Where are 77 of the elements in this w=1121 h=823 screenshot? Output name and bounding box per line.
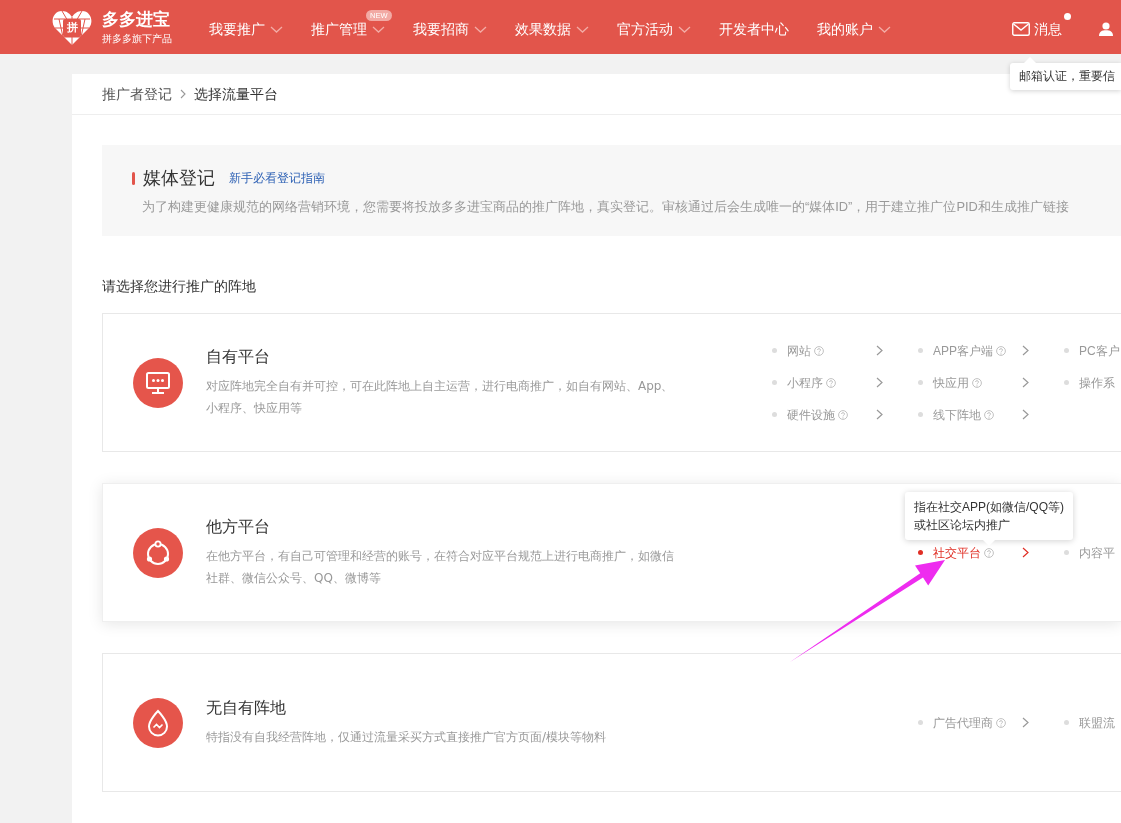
platform-option[interactable]: 联盟流 <box>1062 712 1121 733</box>
notice-tooltip: 邮箱认证，重要信 <box>1010 57 1121 90</box>
nav-item[interactable]: 我要招商 <box>413 19 487 39</box>
platform-option[interactable]: 社交平台 <box>916 542 1029 563</box>
monitor-icon <box>133 357 183 408</box>
help-icon[interactable] <box>996 717 1006 728</box>
bullet-icon <box>1064 550 1069 555</box>
bullet-icon <box>918 412 923 417</box>
help-icon[interactable] <box>996 345 1006 356</box>
platform-description: 对应阵地完全自有并可控，可在此阵地上自主运营，进行电商推广，如自有网站、App、小程序、快应用等 <box>206 378 675 417</box>
platform-description: 在他方平台，有自己可管理和经营的账号，在符合对应平台规范上进行电商推广，如微信社群、微信公众号、QQ、微博等 <box>206 548 675 587</box>
chevron-right-icon <box>180 89 186 99</box>
section-title: 媒体登记 <box>143 167 215 190</box>
bullet-icon <box>918 348 923 353</box>
logo-mark: 拼 <box>65 20 79 35</box>
chevron-down-icon <box>576 25 589 33</box>
chevron-right-icon <box>876 377 883 388</box>
bullet-icon <box>918 720 923 725</box>
platform-description: 特指没有自我经营阵地，仅通过流量采买方式直接推广官方页面/模块等物料 <box>206 729 608 746</box>
platform-option[interactable]: 广告代理商 <box>916 712 1029 733</box>
platform-title: 他方平台 <box>206 517 271 537</box>
platform-option[interactable]: PC客户 <box>1062 340 1121 361</box>
bullet-icon <box>918 550 923 555</box>
platform-title: 自有平台 <box>206 347 271 367</box>
help-icon[interactable] <box>984 409 994 420</box>
bullet-icon <box>918 380 923 385</box>
bullet-icon <box>1064 720 1069 725</box>
platform-option[interactable]: 快应用 <box>916 372 1029 393</box>
platform-option[interactable]: 操作系 <box>1062 372 1121 393</box>
nav-item[interactable]: 开发者中心 <box>719 19 789 39</box>
messages-link[interactable]: 消息 <box>1012 19 1062 39</box>
bullet-icon <box>1064 380 1069 385</box>
help-icon[interactable] <box>814 345 824 356</box>
chevron-right-icon <box>876 345 883 356</box>
help-icon[interactable] <box>972 377 982 388</box>
platform-option[interactable]: 网站 <box>770 340 883 361</box>
chevron-right-icon <box>1022 409 1029 420</box>
section-prompt: 请选择您进行推广的阵地 <box>102 277 257 296</box>
nav-item[interactable]: 官方活动 <box>617 19 691 39</box>
chevron-right-icon <box>1022 345 1029 356</box>
bullet-icon <box>772 380 777 385</box>
user-icon[interactable] <box>1099 22 1113 36</box>
guide-link[interactable]: 新手必看登记指南 <box>229 169 325 187</box>
help-icon[interactable] <box>984 547 994 558</box>
chevron-down-icon <box>474 25 487 33</box>
breadcrumb-link[interactable]: 推广者登记 <box>102 83 172 105</box>
bullet-icon <box>1064 348 1069 353</box>
bullet-icon <box>772 412 777 417</box>
chevron-down-icon <box>878 25 891 33</box>
heart-logo-icon <box>52 8 92 46</box>
nav-item[interactable]: 我的账户 <box>817 19 891 39</box>
help-icon[interactable] <box>838 409 848 420</box>
nav-item[interactable]: 我要推广 <box>209 19 283 39</box>
breadcrumb-current: 选择流量平台 <box>194 84 278 104</box>
help-icon[interactable] <box>826 377 836 388</box>
chevron-right-icon <box>1022 717 1029 728</box>
platform-option[interactable]: 硬件设施 <box>770 404 883 425</box>
drop-icon <box>133 697 183 748</box>
nav-item[interactable]: 效果数据 <box>515 19 589 39</box>
chevron-right-icon <box>876 409 883 420</box>
mail-icon <box>1012 22 1030 36</box>
chevron-down-icon <box>270 25 283 33</box>
title-marker-icon <box>132 171 135 185</box>
chevron-right-icon <box>1022 377 1029 388</box>
platform-option[interactable]: 小程序 <box>770 372 883 393</box>
network-icon <box>133 527 183 578</box>
platform-option[interactable]: 线下阵地 <box>916 404 1029 425</box>
chevron-down-icon <box>678 25 691 33</box>
platform-option[interactable]: 内容平 <box>1062 542 1121 563</box>
nav-item[interactable]: 推广管理 <box>311 19 385 39</box>
chevron-down-icon <box>372 25 385 33</box>
platform-title: 无自有阵地 <box>206 698 287 718</box>
bullet-icon <box>772 348 777 353</box>
brand-name: 多多进宝 <box>102 9 171 30</box>
platform-option[interactable]: APP客户端 <box>916 340 1029 361</box>
brand-tagline: 拼多多旗下产品 <box>102 31 173 45</box>
chevron-right-icon <box>1022 547 1029 558</box>
